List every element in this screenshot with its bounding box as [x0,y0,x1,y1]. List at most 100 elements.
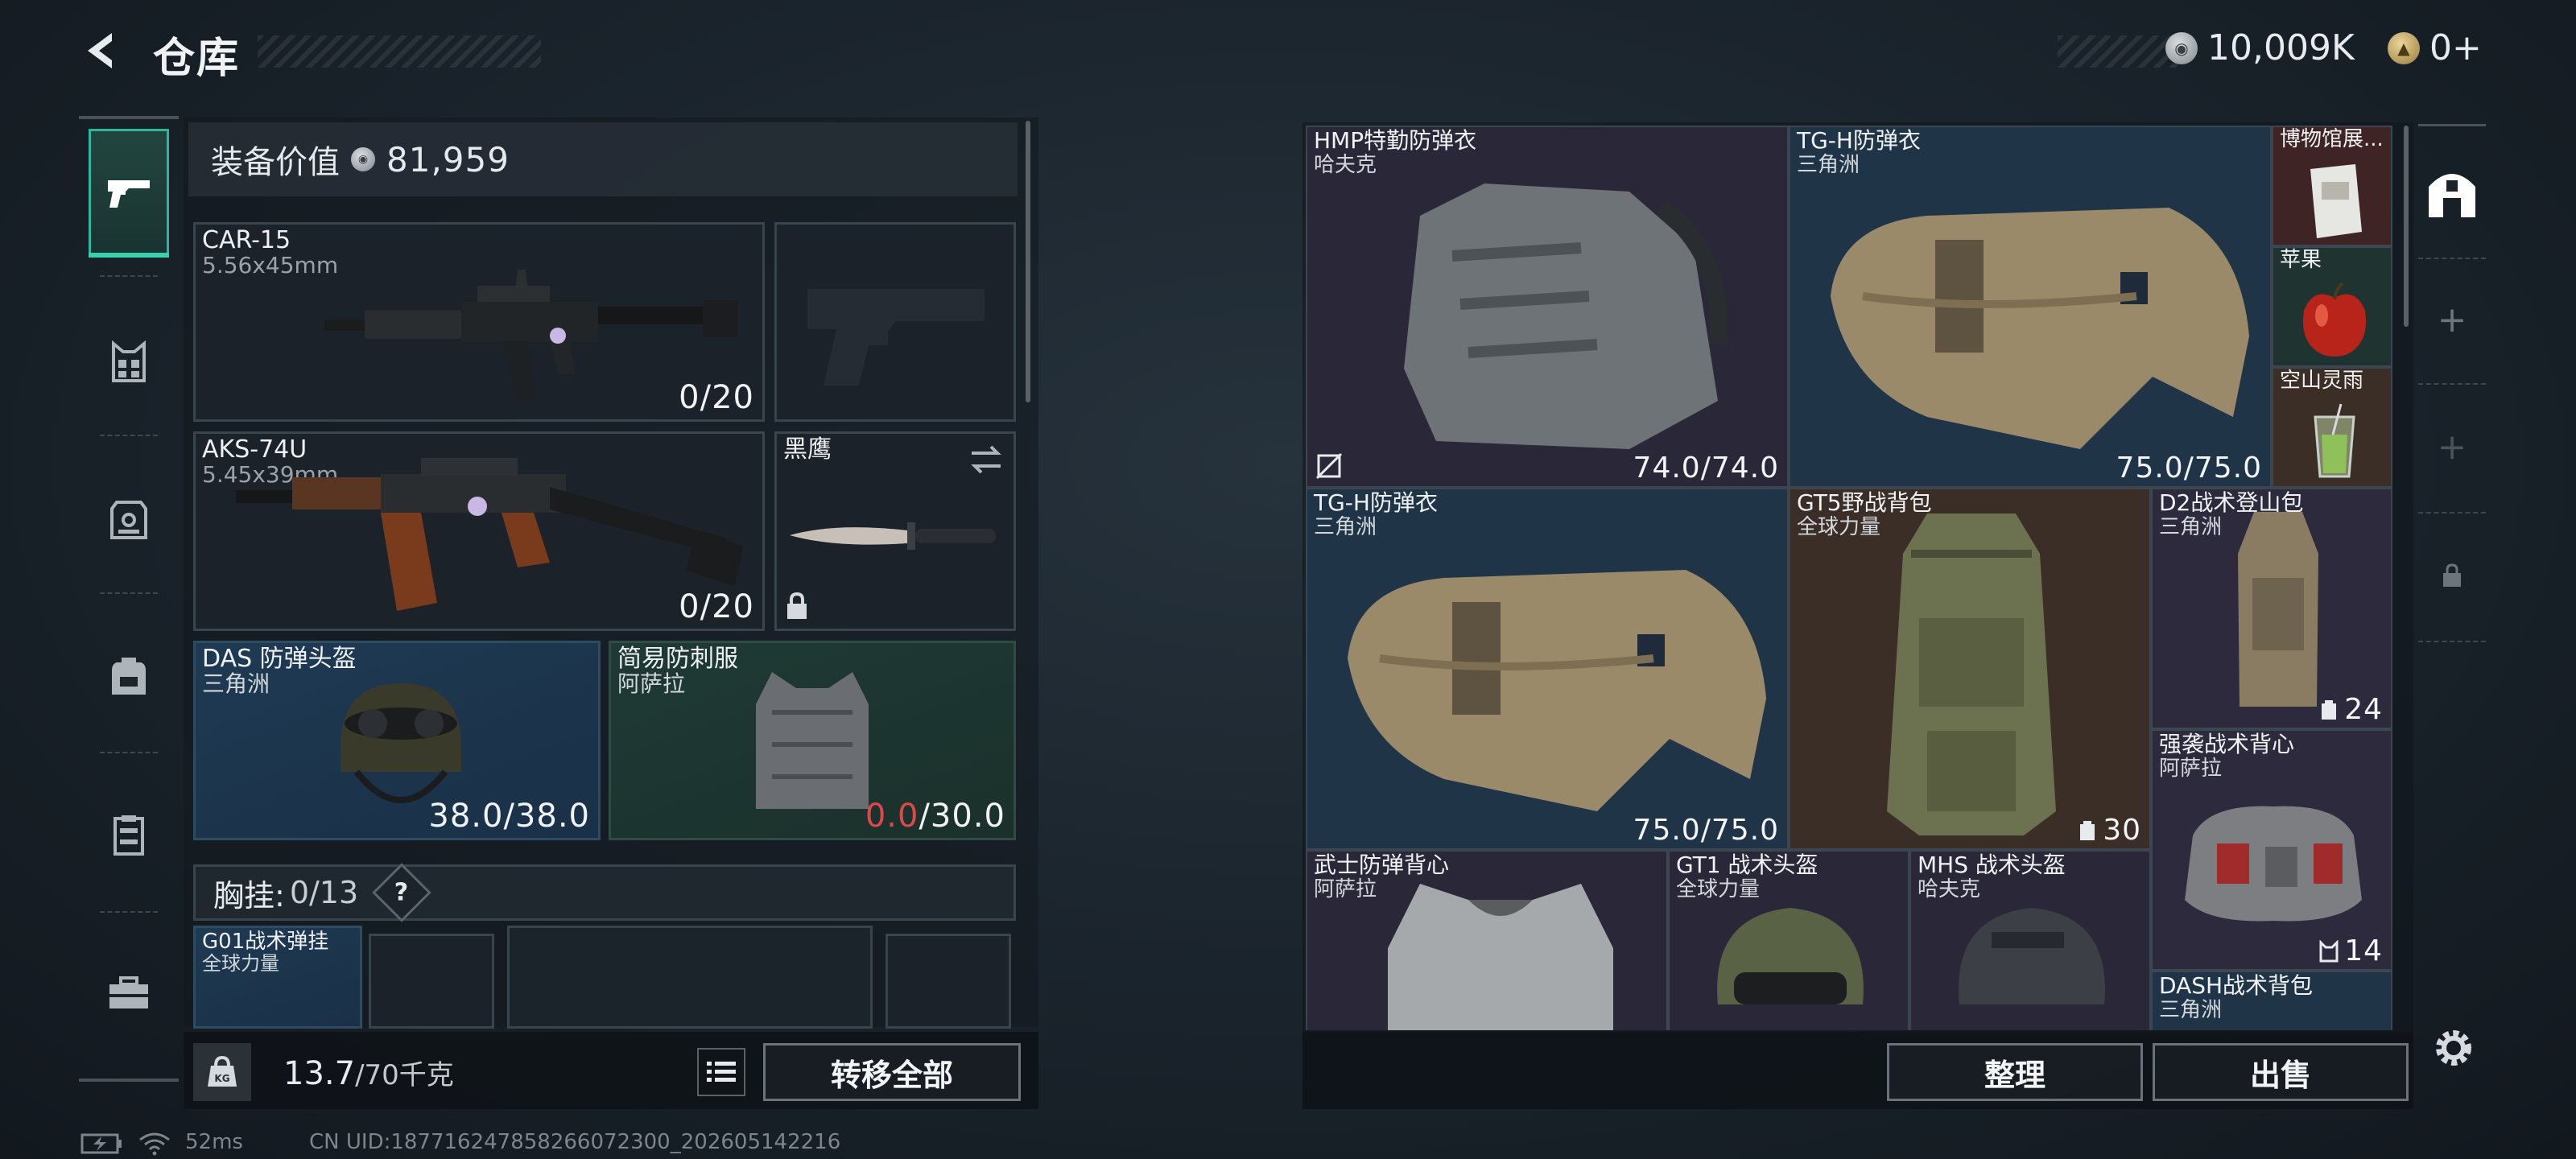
primary-weapon-slot-2[interactable]: AKS-74U 5.45x39mm 0/20 [193,431,765,631]
loadout-scrollbar[interactable] [1026,121,1030,402]
capacity-current: 13.7 [283,1055,356,1092]
helmet-maker: 三角洲 [202,670,270,697]
back-button[interactable] [74,23,130,79]
helmet-image [1717,908,1864,1004]
wifi-icon [139,1132,170,1156]
storage-item[interactable]: HMP特勤防弹衣 哈夫克 74.0/74.0 [1306,126,1789,488]
armor-durability-max: /30.0 [919,798,1005,835]
item-durability: 75.0/75.0 [1633,814,1779,847]
storage-item[interactable]: GT5野战背包 全球力量 30 [1789,488,2151,850]
capacity-text: 13.7/70千克 [283,1053,454,1092]
weapon-ammo: 0/20 [679,588,754,625]
vest-image [1404,184,1728,449]
storage-item[interactable]: TG-H防弹衣 三角洲 75.0/75.0 [1789,126,2272,488]
item-capacity: 30 [2077,814,2141,847]
weapon-name: CAR-15 [202,226,291,254]
vest-image [1388,884,1613,1030]
uid-text: CN UID:1877162478582660723​00_2026051422… [309,1130,841,1154]
storage-item[interactable]: GT1 战术头盔 全球力量 [1668,850,1909,1030]
storage-item[interactable]: DASH战术背包 三角洲 [2151,971,2392,1030]
item-capacity-value: 30 [2103,814,2141,847]
help-button[interactable]: ? [372,863,431,922]
chest-rig-item[interactable]: G01战术弹挂 全球力量 [193,926,362,1029]
pistol-icon [108,180,150,208]
rig-name: G01战术弹挂 [202,930,329,954]
back-arrow-icon [88,33,112,68]
backpack-image [2238,512,2318,707]
item-maker: 阿萨拉 [2159,757,2223,781]
item-maker: 三角洲 [2159,998,2223,1022]
storage-item[interactable]: 博物馆展... [2272,126,2392,246]
backpack-image [1887,514,2056,835]
item-name: HMP特勤防弹衣 [1314,127,1477,154]
list-view-button[interactable] [697,1048,745,1096]
drink-icon [2314,403,2355,478]
storage-item[interactable]: MHS 战术头盔 哈夫克 [1909,850,2151,1030]
rail-separator [100,911,158,913]
gold-coin-icon: ▲ [2388,31,2420,64]
storage-item[interactable]: 空山灵雨 [2272,367,2392,488]
vest-image [1348,570,1766,811]
sell-button[interactable]: 出售 [2153,1043,2409,1101]
armor-durability-current: 0.0 [865,798,919,835]
primary-weapon-slot-1[interactable]: CAR-15 5.56x45mm 0/20 [193,222,765,422]
transfer-all-button[interactable]: 转移全部 [763,1043,1021,1101]
rail-tab-weapons[interactable] [89,129,169,258]
storage-item[interactable]: 武士防弹背心 阿萨拉 [1306,850,1668,1030]
ping-text: 52ms [185,1130,243,1154]
rig-small-icon [2319,939,2339,962]
helmet-image [1959,908,2105,1004]
storage-scrollbar[interactable] [2404,126,2409,327]
storage-item[interactable]: 苹果 [2272,246,2392,367]
vest-image [756,672,869,809]
weight-icon: KG [193,1043,251,1101]
helmet-slot[interactable]: DAS 防弹头盔 三角洲 38.0/38.0 [193,641,601,840]
item-name: TG-H防弹衣 [1797,127,1921,154]
item-name: 博物馆展... [2280,127,2384,151]
settings-button[interactable] [2429,1024,2478,1072]
swap-icon[interactable] [968,443,1004,476]
warehouse-icon [2429,174,2475,217]
sidearm-slot-empty[interactable] [774,222,1016,422]
lock-icon [787,592,807,619]
item-capacity-value: 24 [2344,693,2383,726]
rail-tab-container[interactable] [89,771,169,900]
rail-separator [100,275,158,277]
rig-pocket-slot[interactable] [507,926,873,1029]
rig-pocket-slot[interactable] [369,934,494,1029]
storage-page-main[interactable] [2418,132,2486,253]
item-durability: 75.0/75.0 [2116,452,2262,485]
gold-currency[interactable]: ▲ 0+ [2388,27,2482,68]
rail-tab-chest-rig[interactable] [89,298,169,427]
equipment-value-bar: 装备价值 ◉ 81,959 [188,122,1018,196]
storage-item[interactable]: 强袭战术背心 阿萨拉 14 [2151,729,2392,971]
armor-slot[interactable]: 简易防刺服 阿萨拉 0.0/30.0 [609,641,1016,840]
storage-item[interactable]: TG-H防弹衣 三角洲 75.0/75.0 [1306,488,1789,850]
plus-icon: + [2437,426,2467,468]
armor-durability: 0.0/30.0 [865,798,1005,835]
silver-amount: 10,009K [2207,27,2355,68]
item-name: GT1 战术头盔 [1676,852,1818,878]
plus-icon: + [2437,299,2467,340]
rail-tab-toolbox[interactable] [89,929,169,1058]
melee-slot[interactable]: 黑鹰 [774,431,1016,631]
add-storage-page-button[interactable]: + [2418,386,2486,507]
list-icon [707,1062,736,1082]
document-icon [2310,164,2362,238]
rail-tab-safebox[interactable] [89,454,169,583]
item-maker: 三角洲 [2159,515,2223,539]
organize-button[interactable]: 整理 [1887,1043,2143,1101]
rig-pocket-slot[interactable] [886,934,1011,1029]
item-maker: 三角洲 [1314,515,1377,539]
backpack-icon [112,658,146,695]
gear-icon [2436,1030,2471,1066]
equipment-value: 81,959 [386,139,510,179]
storage-item[interactable]: D2战术登山包 三角洲 24 [2151,488,2392,729]
add-storage-page-button[interactable]: + [2418,259,2486,380]
title-decoration [258,35,541,68]
backpack-small-icon [2322,699,2337,720]
rail-tab-backpack[interactable] [89,612,169,740]
locked-storage-page[interactable] [2418,515,2486,636]
silver-currency[interactable]: ◉ 10,009K [2165,27,2355,68]
rifle-image [236,458,743,611]
